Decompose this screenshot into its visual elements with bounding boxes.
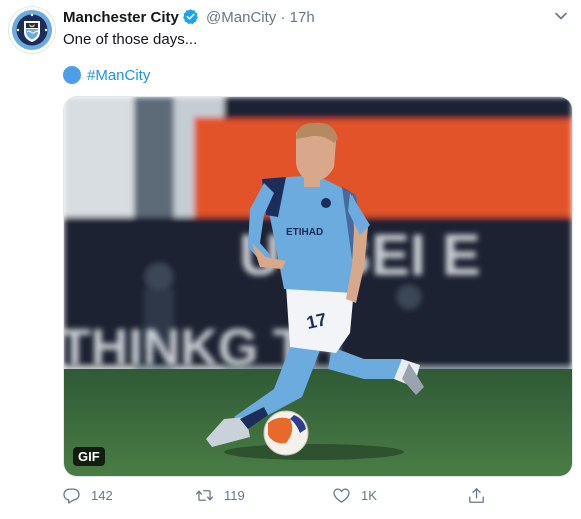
reply-count: 142 [91, 488, 113, 503]
tweet-text: One of those days... [63, 31, 198, 48]
author-handle[interactable]: @ManCity [206, 9, 276, 26]
like-button[interactable]: 1K [332, 486, 377, 505]
author-name[interactable]: Manchester City [63, 9, 179, 26]
manchester-city-crest [10, 8, 54, 52]
verified-badge-icon [182, 8, 199, 25]
player-number: 17 [305, 309, 329, 333]
tweet-actions: 142 119 1K [62, 486, 522, 508]
more-chevron-icon[interactable] [551, 6, 571, 26]
gif-badge: GIF [73, 447, 105, 466]
tweet-header: Manchester City @ManCity · 17h [63, 8, 315, 28]
retweet-count: 119 [224, 488, 245, 503]
reply-icon [63, 488, 80, 504]
hashtag-link[interactable]: #ManCity [63, 66, 150, 86]
share-button[interactable] [467, 486, 496, 505]
reply-button[interactable]: 142 [62, 486, 113, 505]
retweet-icon [195, 490, 214, 501]
hashtag-emoji-icon [63, 66, 81, 84]
like-icon [333, 488, 350, 503]
hashtag-text[interactable]: #ManCity [87, 67, 150, 84]
tweet-card[interactable]: Manchester City @ManCity · 17h One of th… [0, 0, 581, 519]
gif-image: UMBEI E THINKG TH 17 [64, 97, 572, 476]
media-gif[interactable]: UMBEI E THINKG TH 17 [63, 96, 573, 477]
separator-dot: · [280, 9, 286, 26]
avatar[interactable] [8, 6, 56, 54]
football [263, 410, 309, 456]
sponsor-text: ETIHAD [286, 227, 323, 238]
like-count: 1K [361, 488, 377, 503]
share-icon [469, 488, 484, 503]
tweet-time[interactable]: 17h [290, 9, 315, 26]
retweet-button[interactable]: 119 [195, 486, 245, 505]
